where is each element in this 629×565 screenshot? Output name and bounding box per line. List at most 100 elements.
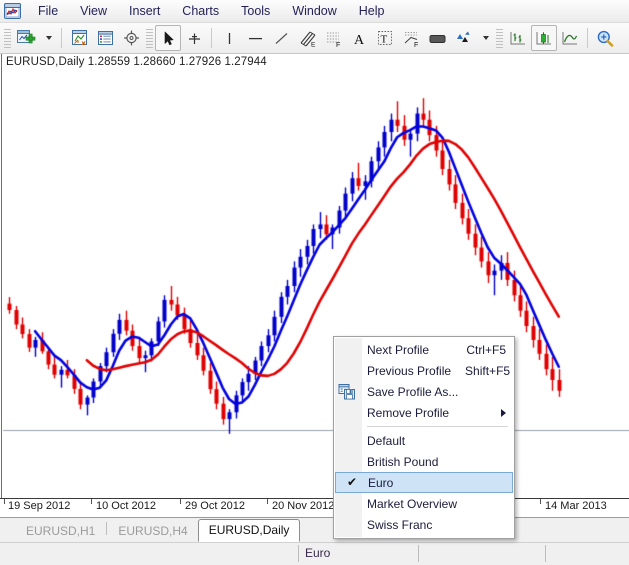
rectangle-icon: [427, 30, 448, 47]
date-tick-1: 10 Oct 2012: [96, 500, 156, 512]
status-separator-2: [545, 545, 546, 562]
menu-item-euro[interactable]: ✔ Euro: [335, 472, 513, 493]
toolbar-grip-2[interactable]: [146, 28, 153, 48]
svg-text:T: T: [381, 34, 388, 46]
tab-eurusd-daily[interactable]: EURUSD,Daily: [198, 519, 301, 542]
cursor-tool-button[interactable]: [155, 25, 181, 51]
menu-item-next-profile[interactable]: Next Profile Ctrl+F5: [334, 339, 514, 360]
date-tick-0: 19 Sep 2012: [8, 500, 70, 512]
metatrader-logo-icon: [4, 3, 21, 19]
data-window-icon: [96, 29, 115, 47]
new-chart-button[interactable]: [13, 25, 39, 51]
text-label-button[interactable]: T: [372, 25, 398, 51]
menu-item-label: Remove Profile: [367, 406, 495, 420]
menu-item-label: British Pound: [367, 455, 506, 469]
date-tick-mark-0: [4, 499, 5, 504]
channel-e-icon: E: [297, 29, 318, 48]
menu-item-label: Swiss Franc: [367, 518, 506, 532]
arrow-cursor-icon: [160, 30, 177, 47]
menu-bar: File View Insert Charts Tools Window Hel…: [0, 0, 629, 23]
chart-tab-bar: EURUSD,H1 EURUSD,H4 EURUSD,Daily: [0, 517, 629, 542]
text-label-icon: T: [376, 29, 394, 47]
tab-divider: [106, 522, 107, 535]
horizontal-line-button[interactable]: [242, 25, 268, 51]
candlestick-chart-icon: [534, 29, 554, 48]
vertical-line-button[interactable]: [216, 25, 242, 51]
menu-view[interactable]: View: [69, 1, 118, 21]
shapes-dropdown-button[interactable]: [476, 25, 494, 51]
status-profile-label: Euro: [305, 546, 330, 560]
date-axis: 19 Sep 2012 10 Oct 2012 29 Oct 2012 20 N…: [0, 498, 629, 517]
data-window-button[interactable]: [92, 25, 118, 51]
candlestick-chart-button[interactable]: [531, 25, 557, 51]
main-toolbar: E F A T: [0, 23, 629, 54]
chevron-down-icon-2: [483, 36, 489, 40]
menu-charts[interactable]: Charts: [171, 1, 230, 21]
shapes-button[interactable]: [450, 25, 476, 51]
candlestick-canvas[interactable]: [0, 54, 629, 494]
date-tick-mark-6: [540, 499, 541, 504]
new-chart-plus-icon: [16, 29, 36, 48]
magnifier-plus-icon: [595, 29, 615, 48]
menu-file[interactable]: File: [27, 1, 69, 21]
save-profile-icon: [338, 383, 356, 400]
date-tick-mark-2: [180, 499, 181, 504]
line-chart-button[interactable]: [557, 25, 583, 51]
menu-tools[interactable]: Tools: [230, 1, 281, 21]
svg-text:A: A: [354, 33, 365, 47]
menu-item-save-profile-as[interactable]: Save Profile As...: [334, 381, 514, 402]
menu-item-remove-profile[interactable]: Remove Profile: [334, 402, 514, 423]
text-button[interactable]: A: [346, 25, 372, 51]
status-separator-0: [298, 545, 299, 562]
zoom-in-button[interactable]: [592, 25, 618, 51]
line-chart-icon: [560, 29, 580, 48]
text-a-icon: A: [351, 30, 368, 47]
menu-window[interactable]: Window: [281, 1, 347, 21]
date-tick-6: 14 Mar 2013: [545, 500, 607, 512]
menu-item-shortcut: Ctrl+F5: [466, 343, 506, 357]
trendline-button[interactable]: [268, 25, 294, 51]
navigator-button[interactable]: [118, 25, 144, 51]
menu-item-label: Market Overview: [367, 497, 506, 511]
menu-item-market-overview[interactable]: Market Overview: [334, 493, 514, 514]
fibonacci-retracement-button[interactable]: F: [320, 25, 346, 51]
menu-item-label: Euro: [368, 476, 504, 490]
menu-insert[interactable]: Insert: [118, 1, 171, 21]
menu-help[interactable]: Help: [348, 1, 396, 21]
market-watch-button[interactable]: [66, 25, 92, 51]
crosshair-tool-button[interactable]: [181, 25, 207, 51]
navigator-crosshair-icon: [122, 29, 141, 47]
equidistant-channel-button[interactable]: E: [294, 25, 320, 51]
submenu-arrow-icon: [501, 409, 506, 417]
menu-separator: [367, 426, 508, 427]
chevron-down-icon: [46, 36, 52, 40]
status-separator-1: [418, 545, 419, 562]
toolbar-grip-3[interactable]: [496, 28, 503, 48]
svg-text:F: F: [336, 42, 340, 48]
check-icon: ✔: [347, 475, 357, 489]
svg-text:F: F: [414, 42, 418, 48]
arrows-shapes-icon: [453, 29, 473, 47]
menu-item-previous-profile[interactable]: Previous Profile Shift+F5: [334, 360, 514, 381]
new-chart-dropdown-button[interactable]: [39, 25, 57, 51]
toolbar-separator: [61, 28, 62, 48]
rectangle-button[interactable]: [424, 25, 450, 51]
menu-item-swiss-franc[interactable]: Swiss Franc: [334, 514, 514, 535]
bar-chart-button[interactable]: [505, 25, 531, 51]
menu-item-british-pound[interactable]: British Pound: [334, 451, 514, 472]
menu-item-default[interactable]: Default: [334, 430, 514, 451]
menu-item-label: Save Profile As...: [367, 385, 506, 399]
vertical-line-icon: [222, 30, 237, 47]
toolbar-grip[interactable]: [4, 28, 11, 48]
date-tick-mark-3: [267, 499, 268, 504]
date-tick-2: 29 Oct 2012: [185, 500, 245, 512]
application-window: File View Insert Charts Tools Window Hel…: [0, 0, 629, 565]
fibonacci-fan-button[interactable]: F: [398, 25, 424, 51]
profiles-context-menu[interactable]: Next Profile Ctrl+F5 Previous Profile Sh…: [333, 336, 515, 539]
market-watch-icon: [70, 29, 89, 47]
menu-item-shortcut: Shift+F5: [465, 364, 510, 378]
chart-area[interactable]: EURUSD,Daily 1.28559 1.28660 1.27926 1.2…: [0, 54, 629, 498]
bar-chart-icon: [508, 29, 528, 48]
tab-eurusd-h4[interactable]: EURUSD,H4: [108, 522, 197, 542]
tab-eurusd-h1[interactable]: EURUSD,H1: [16, 522, 105, 542]
